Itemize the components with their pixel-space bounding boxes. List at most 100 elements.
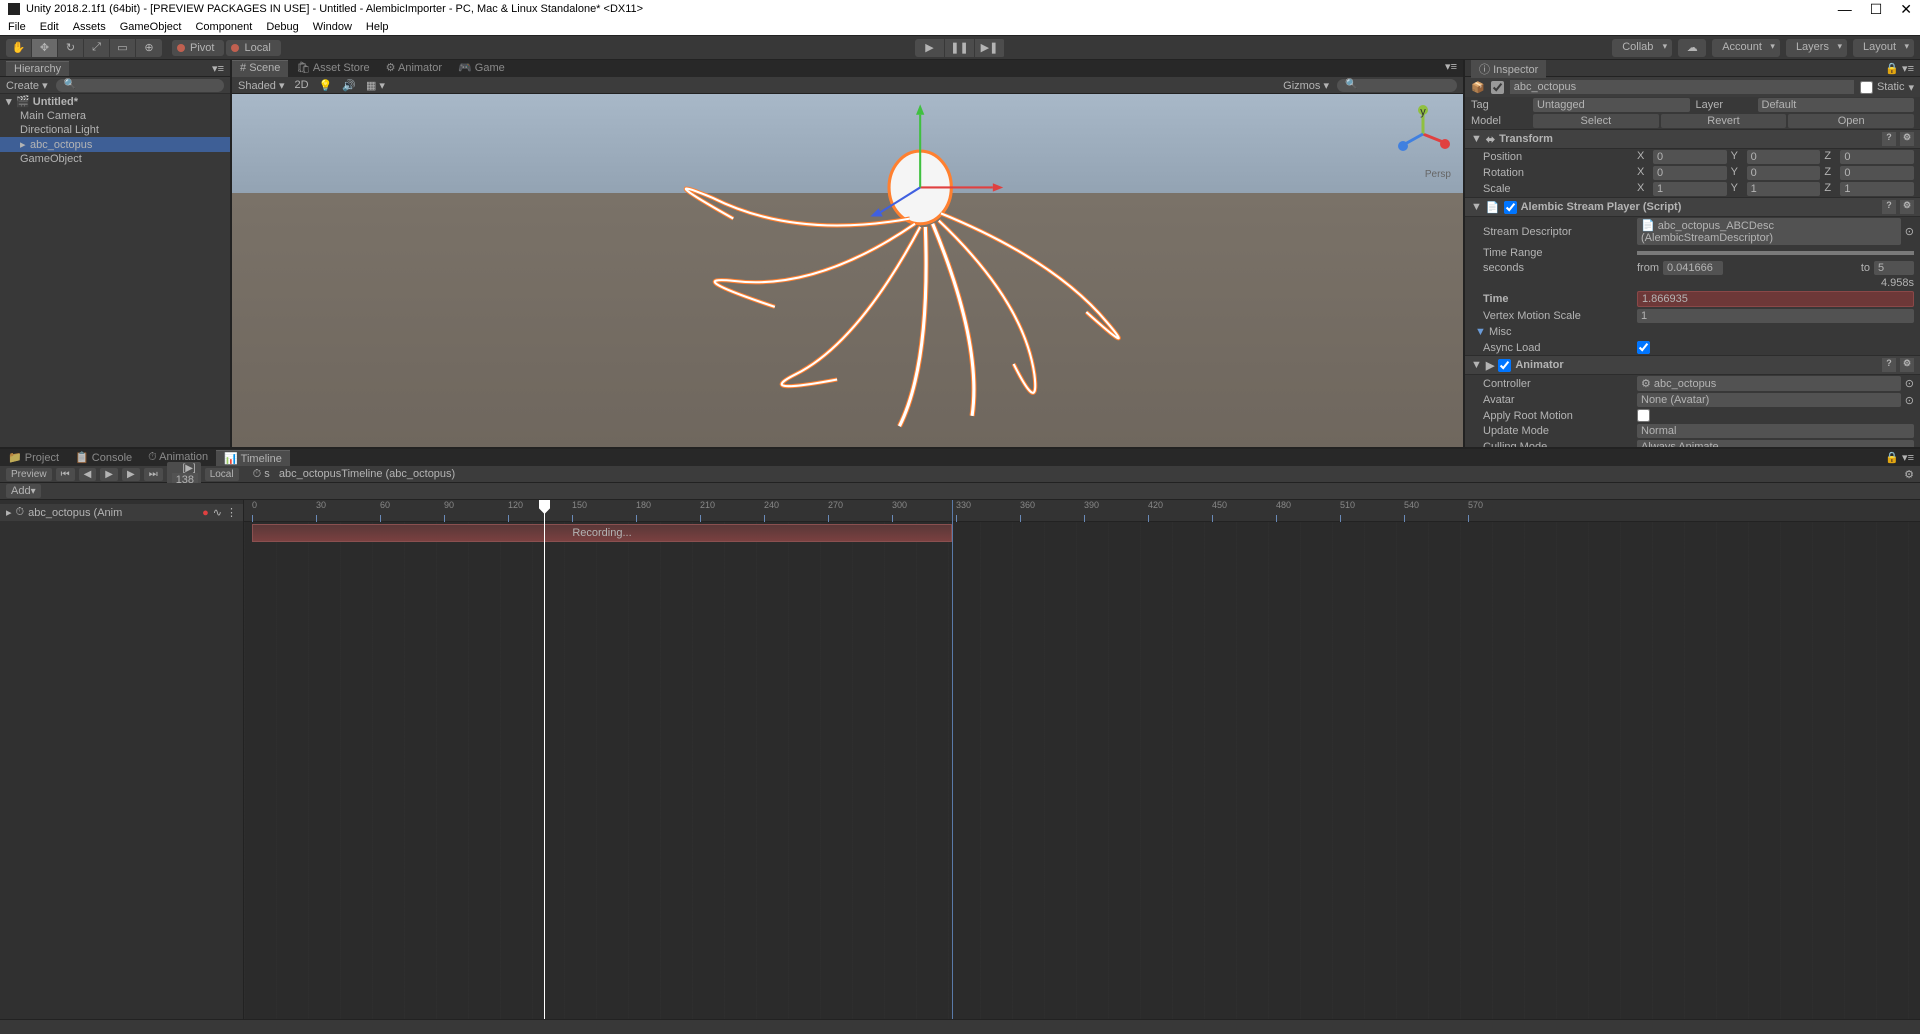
goto-end-button[interactable]: ⏭ (144, 468, 163, 481)
tab-timeline[interactable]: 📊 Timeline (216, 450, 290, 466)
panel-menu-icon[interactable]: 🔒 ▾≡ (1885, 62, 1914, 75)
active-checkbox[interactable] (1491, 81, 1504, 94)
menu-assets[interactable]: Assets (73, 21, 106, 33)
select-button[interactable]: Select (1533, 114, 1659, 128)
animator-component[interactable]: ▼▶ Animator ? ⚙ (1465, 355, 1920, 375)
root-motion-checkbox[interactable] (1637, 409, 1650, 422)
tab-console[interactable]: 📋 Console (67, 450, 140, 465)
menu-help[interactable]: Help (366, 21, 389, 33)
timeline-settings-icon[interactable]: ⚙ (1904, 468, 1914, 481)
panel-menu-icon[interactable]: 🔒 ▾≡ (1885, 451, 1914, 464)
shaded-dropdown[interactable]: Shaded ▾ (238, 79, 285, 92)
menu-window[interactable]: Window (313, 21, 352, 33)
panel-menu-icon[interactable]: ▾≡ (212, 62, 224, 75)
help-icon[interactable]: ? (1882, 132, 1896, 146)
pos-y[interactable]: 0 (1747, 150, 1821, 164)
settings-icon[interactable]: ⚙ (1900, 358, 1914, 372)
next-frame-button[interactable]: ▶ (122, 468, 140, 481)
scl-x[interactable]: 1 (1653, 182, 1727, 196)
rot-y[interactable]: 0 (1747, 166, 1821, 180)
update-mode-dropdown[interactable]: Normal (1637, 424, 1914, 438)
scl-z[interactable]: 1 (1840, 182, 1914, 196)
alembic-enabled[interactable] (1504, 201, 1517, 214)
range-end-marker[interactable] (952, 500, 953, 1019)
hierarchy-item-camera[interactable]: Main Camera (0, 109, 230, 123)
pivot-toggle[interactable]: Pivot (172, 40, 224, 56)
help-icon[interactable]: ? (1882, 200, 1896, 214)
move-tool[interactable]: ✥ (32, 39, 58, 57)
collab-dropdown[interactable]: Collab (1612, 39, 1672, 57)
timeline-play-button[interactable]: ▶ (100, 468, 118, 481)
layer-dropdown[interactable]: Default (1758, 98, 1915, 112)
local-toggle[interactable]: Local (226, 40, 280, 56)
alembic-component[interactable]: ▼📄 Alembic Stream Player (Script) ? ⚙ (1465, 197, 1920, 217)
misc-section[interactable]: ▼ Misc (1465, 324, 1920, 340)
transform-component[interactable]: ▼⬌ Transform ? ⚙ (1465, 129, 1920, 149)
menu-debug[interactable]: Debug (266, 21, 298, 33)
timeline-scrollbar[interactable] (0, 1019, 1920, 1034)
menu-file[interactable]: File (8, 21, 26, 33)
vertex-motion-field[interactable]: 1 (1637, 309, 1914, 323)
time-range-slider[interactable] (1637, 251, 1914, 255)
controller-field[interactable]: ⚙ abc_octopus (1637, 376, 1901, 391)
rot-x[interactable]: 0 (1653, 166, 1727, 180)
tab-animator[interactable]: ⚙ Animator (378, 60, 450, 77)
from-field[interactable]: 0.041666 (1663, 261, 1723, 275)
tab-game[interactable]: 🎮 Game (450, 60, 513, 77)
hierarchy-item-octopus[interactable]: ▸abc_octopus (0, 137, 230, 152)
hierarchy-item-gameobject[interactable]: GameObject (0, 152, 230, 166)
pause-button[interactable]: ❚❚ (945, 39, 975, 57)
object-picker-icon[interactable]: ⊙ (1905, 225, 1914, 238)
timeline-canvas[interactable]: 0306090120150180210240270300330360390420… (244, 500, 1920, 1019)
minimize-button[interactable]: — (1838, 1, 1852, 18)
prev-frame-button[interactable]: ◀ (79, 468, 97, 481)
object-picker-icon[interactable]: ⊙ (1905, 377, 1914, 390)
rect-tool[interactable]: ▭ (110, 39, 136, 57)
curves-icon[interactable]: ∿ (213, 506, 222, 519)
panel-menu-icon[interactable]: ▾≡ (1439, 60, 1463, 77)
static-checkbox[interactable] (1860, 81, 1873, 94)
lighting-toggle[interactable]: 💡 (319, 79, 333, 92)
tab-project[interactable]: 📁 Project (0, 450, 67, 465)
scale-tool[interactable]: ⤢ (84, 39, 110, 57)
scene-search[interactable]: 🔍 (1337, 79, 1457, 92)
menu-edit[interactable]: Edit (40, 21, 59, 33)
tab-animation[interactable]: ⏱ Animation (140, 450, 216, 465)
object-name-field[interactable]: abc_octopus (1510, 80, 1854, 94)
help-icon[interactable]: ? (1882, 358, 1896, 372)
tag-dropdown[interactable]: Untagged (1533, 98, 1690, 112)
avatar-field[interactable]: None (Avatar) (1637, 393, 1901, 407)
fx-toggle[interactable]: ▦ ▾ (366, 79, 385, 92)
2d-toggle[interactable]: 2D (295, 79, 309, 91)
stream-descriptor-field[interactable]: 📄 abc_octopus_ABCDesc (AlembicStreamDesc… (1637, 218, 1901, 245)
step-button[interactable]: ▶❚ (975, 39, 1005, 57)
add-track-button[interactable]: Add▾ (6, 484, 41, 498)
track-row[interactable]: ▸ ⏱ abc_octopus (Anim ● ∿ ⋮ (0, 504, 243, 521)
account-dropdown[interactable]: Account (1712, 39, 1780, 57)
menu-component[interactable]: Component (195, 21, 252, 33)
create-dropdown[interactable]: Create ▾ (6, 79, 48, 92)
preview-button[interactable]: Preview (6, 468, 52, 481)
rot-z[interactable]: 0 (1840, 166, 1914, 180)
pos-x[interactable]: 0 (1653, 150, 1727, 164)
open-button[interactable]: Open (1788, 114, 1914, 128)
settings-icon[interactable]: ⚙ (1900, 132, 1914, 146)
layers-dropdown[interactable]: Layers (1786, 39, 1847, 57)
local-toggle[interactable]: Local (205, 468, 239, 481)
menu-gameobject[interactable]: GameObject (120, 21, 182, 33)
gizmos-dropdown[interactable]: Gizmos ▾ (1283, 79, 1329, 92)
tab-assetstore[interactable]: 🛍 Asset Store (288, 60, 377, 77)
audio-toggle[interactable]: 🔊 (342, 79, 356, 92)
maximize-button[interactable]: ☐ (1870, 1, 1883, 18)
animator-enabled[interactable] (1498, 359, 1511, 372)
transform-tool[interactable]: ⊕ (136, 39, 162, 57)
timeline-ruler[interactable]: 0306090120150180210240270300330360390420… (244, 500, 1920, 522)
perspective-label[interactable]: Persp (1425, 169, 1451, 180)
hierarchy-item-light[interactable]: Directional Light (0, 123, 230, 137)
scl-y[interactable]: 1 (1747, 182, 1821, 196)
settings-icon[interactable]: ⚙ (1900, 200, 1914, 214)
hierarchy-search[interactable]: 🔍 (56, 79, 224, 92)
play-button[interactable]: ▶ (915, 39, 945, 57)
orientation-gizmo[interactable]: y (1393, 104, 1453, 164)
culling-mode-dropdown[interactable]: Always Animate (1637, 440, 1914, 447)
